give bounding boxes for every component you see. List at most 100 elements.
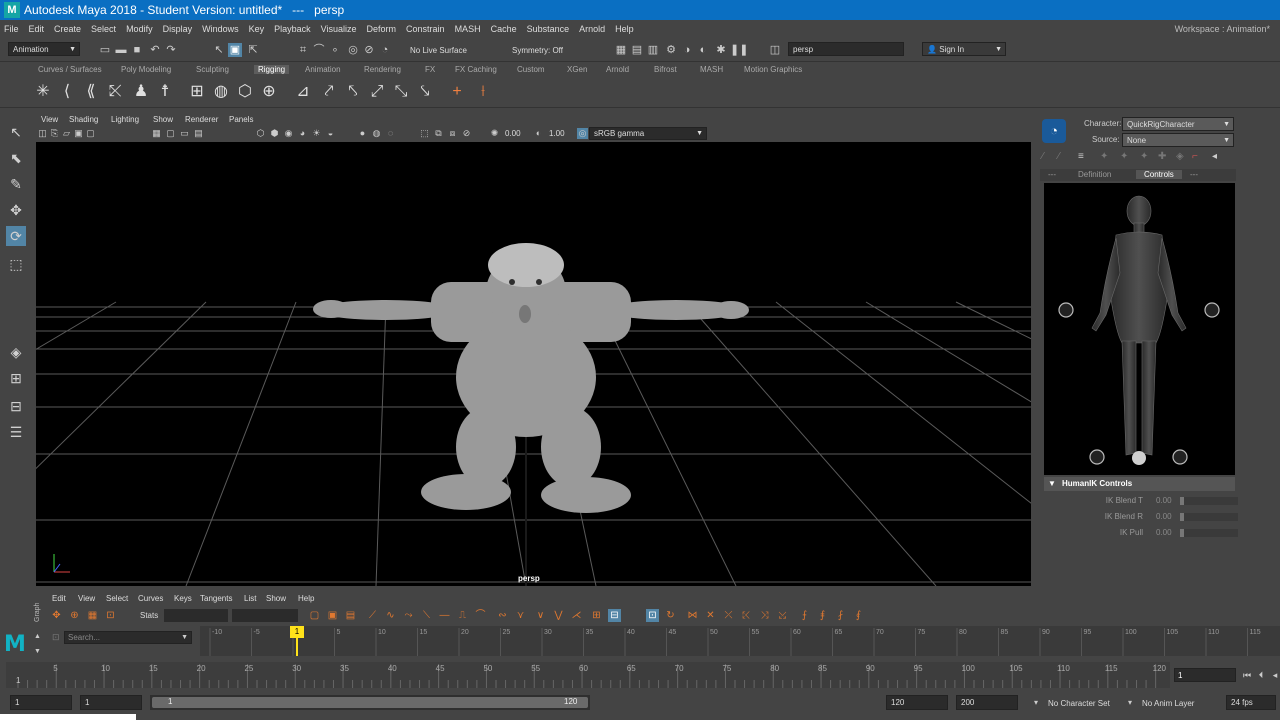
shelf-tab-motion-graphics[interactable]: Motion Graphics xyxy=(744,65,802,74)
shelf-tab-xgen[interactable]: XGen xyxy=(567,65,587,74)
command-line[interactable] xyxy=(0,714,136,720)
pin-rotate-icon[interactable]: ✦ xyxy=(1120,151,1128,162)
oscillate-icon[interactable]: ⤨ xyxy=(758,609,771,622)
orient-constraint-icon[interactable]: ⤣ xyxy=(342,81,364,103)
aim-constraint-icon[interactable]: ⤤ xyxy=(318,81,340,103)
anti-aliasing-icon[interactable]: ◌ xyxy=(385,128,396,139)
right-foot-control-icon[interactable] xyxy=(1172,449,1188,465)
wire-deformer-icon[interactable]: ⊕ xyxy=(258,81,280,103)
curve-fit-icon[interactable]: ⨍ xyxy=(798,609,811,622)
move-tool-icon[interactable]: ✥ xyxy=(6,200,26,220)
buffer-curve-icon[interactable]: ∾ xyxy=(496,609,509,622)
scene-end-field[interactable]: 200 xyxy=(956,695,1018,710)
free-weight-icon[interactable]: ⋁ xyxy=(552,609,565,622)
anim-end-field[interactable]: 120 xyxy=(886,695,948,710)
hypershade-icon[interactable]: ◑ xyxy=(680,43,694,57)
gamma-field[interactable]: 1.00 xyxy=(549,129,565,138)
camera-attributes-icon[interactable]: ⎘ xyxy=(49,128,60,139)
ik-blend-t-slider[interactable] xyxy=(1180,497,1238,505)
resolution-gate-icon[interactable]: ▭ xyxy=(179,128,190,139)
graph-menu-show[interactable]: Show xyxy=(266,594,286,603)
wrap-icon[interactable]: ◍ xyxy=(210,81,232,103)
undo-icon[interactable]: ↶ xyxy=(148,43,162,57)
fps-dropdown[interactable]: 24 fps xyxy=(1226,695,1276,710)
isolate-select-icon[interactable]: ⬚ xyxy=(419,128,430,139)
ik-pull-slider[interactable] xyxy=(1180,529,1238,537)
xray-icon[interactable]: ⧉ xyxy=(433,128,444,139)
graph-menu-help[interactable]: Help xyxy=(298,594,314,603)
ik-spline-icon[interactable]: ⟪ xyxy=(80,81,102,103)
exposure-icon[interactable]: ✺ xyxy=(489,128,500,139)
film-gate-icon[interactable]: ▢ xyxy=(85,128,96,139)
grid-toggle-icon[interactable]: ▦ xyxy=(151,128,162,139)
lattice-icon[interactable]: ⊞ xyxy=(186,81,208,103)
pause-icon[interactable]: ❚❚ xyxy=(730,43,748,57)
viewport-menu-lighting[interactable]: Lighting xyxy=(111,115,139,124)
redo-icon[interactable]: ↷ xyxy=(164,43,178,57)
snap-live-icon[interactable]: ◔ xyxy=(378,43,392,57)
menu-key[interactable]: Key xyxy=(249,24,265,34)
left-foot-control-icon[interactable] xyxy=(1089,449,1105,465)
anim-layer-dropdown[interactable]: No Anim Layer xyxy=(1142,699,1194,708)
value-snap-icon[interactable]: ⊟ xyxy=(608,609,621,622)
menu-display[interactable]: Display xyxy=(163,24,193,34)
ambient-occlusion-icon[interactable]: ● xyxy=(357,128,368,139)
cycle-icon[interactable]: ⤫ xyxy=(722,609,735,622)
humanik-figure-view[interactable] xyxy=(1044,183,1235,475)
mirror-icon[interactable]: ✚ xyxy=(1158,151,1166,162)
shelf-tab-bifrost[interactable]: Bifrost xyxy=(654,65,677,74)
render-settings-icon[interactable]: ⚙ xyxy=(664,43,678,57)
bookmark-icon[interactable]: ▱ xyxy=(61,128,72,139)
viewport-menu-panels[interactable]: Panels xyxy=(229,115,253,124)
time-slider[interactable]: 5 10 15 20 25 30 35 40 45 50 55 60 65 70 75 80 85 90 95 100… xyxy=(6,662,1170,688)
colorspace-dropdown[interactable]: sRGB gamma ▼ xyxy=(589,127,707,140)
normalize-icon[interactable]: ⊡ xyxy=(646,609,659,622)
viewport-menu-show[interactable]: Show xyxy=(153,115,173,124)
outliner-search-field[interactable]: Search... ▼ xyxy=(64,631,192,644)
stats-field-1[interactable] xyxy=(164,609,228,622)
ik-pull-value[interactable]: 0.00 xyxy=(1156,528,1172,537)
render-sequence-icon[interactable]: ▤ xyxy=(630,43,644,57)
humanik-controls-header[interactable]: ▼ HumanIK Controls xyxy=(1044,477,1235,491)
curve-euler-icon[interactable]: ⨏ xyxy=(834,609,847,622)
render-frame-icon[interactable]: ▦ xyxy=(614,43,628,57)
xray-joints-icon[interactable]: ⧈ xyxy=(447,128,458,139)
shelf-tab-arnold[interactable]: Arnold xyxy=(606,65,629,74)
persp-viewport[interactable]: persp xyxy=(36,142,1031,586)
menu-windows[interactable]: Windows xyxy=(202,24,239,34)
menu-select[interactable]: Select xyxy=(91,24,116,34)
ik-blend-t-value[interactable]: 0.00 xyxy=(1156,496,1172,505)
shelf-tab-mash[interactable]: MASH xyxy=(700,65,723,74)
image-plane-icon[interactable]: ▣ xyxy=(73,128,84,139)
character-set-chevron-icon[interactable]: ▾ xyxy=(1034,698,1038,707)
color-management-icon[interactable]: ◎ xyxy=(577,128,588,139)
graph-menu-keys[interactable]: Keys xyxy=(174,594,192,603)
menu-modify[interactable]: Modify xyxy=(126,24,153,34)
go-to-start-icon[interactable]: ⏮ xyxy=(1242,668,1252,682)
graph-menu-select[interactable]: Select xyxy=(106,594,128,603)
pin-all-icon[interactable]: ✦ xyxy=(1140,151,1148,162)
graph-menu-list[interactable]: List xyxy=(244,594,256,603)
menu-playback[interactable]: Playback xyxy=(274,24,311,34)
viewport-menu-shading[interactable]: Shading xyxy=(69,115,98,124)
menu-visualize[interactable]: Visualize xyxy=(321,24,357,34)
pin-icon[interactable]: ⁄ xyxy=(1042,151,1044,162)
shelf-tab-custom[interactable]: Custom xyxy=(517,65,545,74)
camera-select-icon[interactable]: ◫ xyxy=(37,128,48,139)
cycle-offset-icon[interactable]: ⤪ xyxy=(740,609,753,622)
xray-components-icon[interactable]: ⊘ xyxy=(461,128,472,139)
quick-rig-icon[interactable]: ☨ xyxy=(154,81,176,103)
step-back-frame-icon[interactable]: ◂ xyxy=(1270,668,1280,682)
outliner-layout-icon[interactable]: ☰ xyxy=(6,422,26,442)
camera-field[interactable]: persp xyxy=(788,42,904,56)
source-dropdown[interactable]: None ▼ xyxy=(1122,133,1234,147)
scene-start-field[interactable]: 1 xyxy=(10,695,72,710)
range-slider-handle[interactable] xyxy=(152,697,588,708)
four-view-layout-icon[interactable]: ⊞ xyxy=(6,368,26,388)
use-lights-icon[interactable]: ☀ xyxy=(311,128,322,139)
snap-view-icon[interactable]: ◎ xyxy=(346,43,360,57)
sign-in-button[interactable]: 👤 Sign In ▼ xyxy=(922,42,1006,56)
menu-create[interactable]: Create xyxy=(54,24,81,34)
film-gate-toggle-icon[interactable]: ▢ xyxy=(165,128,176,139)
ipr-render-icon[interactable]: ▥ xyxy=(646,43,660,57)
